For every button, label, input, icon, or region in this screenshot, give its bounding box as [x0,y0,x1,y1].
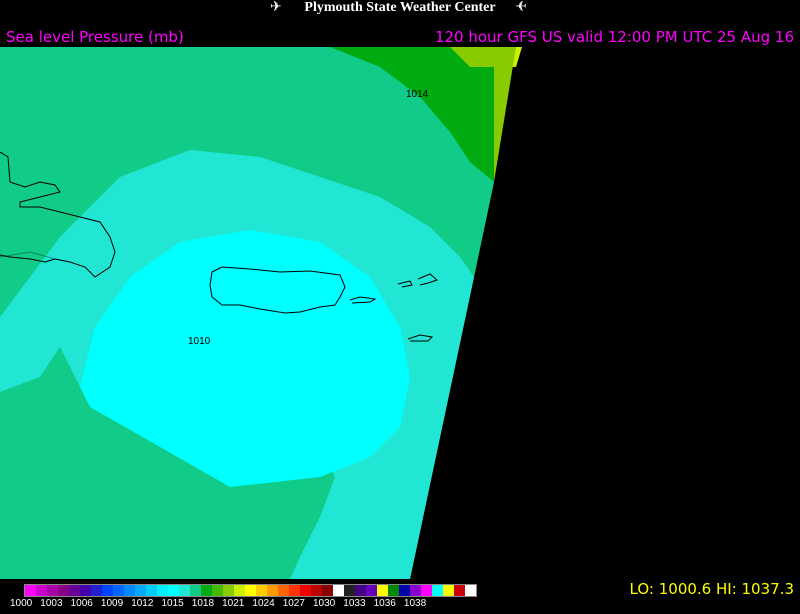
legend-swatch [366,585,377,596]
legend-swatch [157,585,168,596]
legend-label: 1030 [313,598,336,609]
color-legend [24,584,477,597]
legend-label: 1036 [373,598,396,609]
legend-swatch [333,585,344,596]
legend-label: 1033 [343,598,366,609]
contour-label-1010: 1010 [188,336,211,347]
legend-swatch [168,585,179,596]
legend-swatch [146,585,157,596]
legend-swatch [234,585,245,596]
legend-label: 1021 [222,598,245,609]
legend-swatch [410,585,421,596]
legend-swatch [47,585,58,596]
legend-label: 1018 [191,598,215,609]
legend-swatch [69,585,80,596]
legend-label: 1015 [161,598,184,609]
legend-label: 1038 [403,598,427,609]
legend-swatch [36,585,47,596]
legend-swatch [25,585,36,596]
legend-label: 1024 [252,598,275,609]
legend-swatch [388,585,399,596]
legend-swatch [256,585,267,596]
legend-swatch [113,585,124,596]
legend-label: 1003 [40,598,63,609]
legend-swatch [377,585,388,596]
legend-swatch [245,585,256,596]
contour-label-1014: 1014 [406,89,429,100]
legend-swatch [80,585,91,596]
legend-swatch [454,585,465,596]
legend-swatch [289,585,300,596]
legend-swatch [311,585,322,596]
product-title: Sea level Pressure (mb) [6,28,184,46]
legend-label: 1000 [10,598,33,609]
legend-label: 1006 [70,598,93,609]
legend-label: 1009 [100,598,124,609]
legend-swatch [432,585,443,596]
page-title: Plymouth State Weather Center [304,0,496,15]
legend-swatch [278,585,289,596]
legend-swatch [223,585,234,596]
lo-hi-readout: LO: 1000.6 HI: 1037.3 [629,580,794,598]
legend-swatch [201,585,212,596]
model-valid-time: 120 hour GFS US valid 12:00 PM UTC 25 Au… [434,28,794,46]
legend-swatch [190,585,201,596]
legend-swatch [102,585,113,596]
bird-icon: ✈ [515,0,527,15]
legend-swatch [322,585,333,596]
legend-swatch [58,585,69,596]
legend-swatch [267,585,278,596]
legend-labels: 1000 1003 1006 1009 1012 1015 1018 1021 1024 1027… [10,597,430,611]
legend-swatch [443,585,454,596]
legend-swatch [212,585,223,596]
legend-swatch [300,585,311,596]
legend-swatch [91,585,102,596]
legend-swatch [421,585,432,596]
legend-swatch [355,585,366,596]
legend-swatch [124,585,135,596]
legend-label: 1027 [282,598,305,609]
legend-swatch [465,585,476,596]
legend-swatch [135,585,146,596]
legend-swatch [399,585,410,596]
header-bar: ✈ Plymouth State Weather Center ✈ [0,0,800,17]
pressure-map: 1014 1010 [0,47,800,579]
legend-swatch [344,585,355,596]
legend-label: 1012 [131,598,154,609]
legend-swatch [179,585,190,596]
